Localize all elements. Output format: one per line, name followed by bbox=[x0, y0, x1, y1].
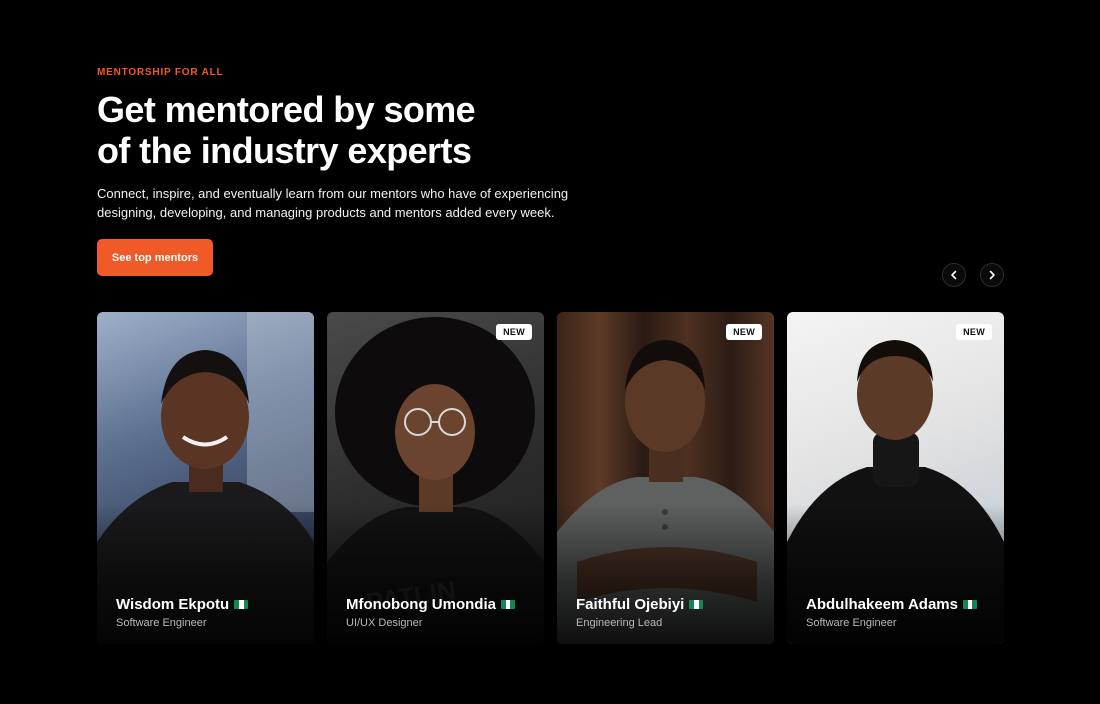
mentor-name-row: Abdulhakeem Adams bbox=[806, 596, 977, 613]
mentor-name: Wisdom Ekpotu bbox=[116, 596, 230, 613]
mentor-card[interactable]: NEW Faithful Ojebiyi Engineering Lead bbox=[557, 312, 774, 644]
mentor-name: Faithful Ojebiyi bbox=[576, 596, 685, 613]
chevron-left-icon bbox=[951, 270, 957, 280]
mentor-name-row: Faithful Ojebiyi bbox=[576, 596, 704, 613]
carousel-next-button[interactable] bbox=[980, 263, 1004, 287]
new-badge: NEW bbox=[496, 324, 532, 340]
nigeria-flag-icon bbox=[500, 600, 515, 609]
mentor-name: Abdulhakeem Adams bbox=[806, 596, 958, 613]
mentor-name-row: Mfonobong Umondia bbox=[346, 596, 515, 613]
mentor-role: Software Engineer bbox=[116, 617, 207, 629]
headline-line-1: Get mentored by some bbox=[97, 89, 476, 130]
mentors-section: MENTORSHIP FOR ALL Get mentored by some … bbox=[0, 0, 1100, 704]
section-description: Connect, inspire, and eventually learn f… bbox=[97, 186, 569, 220]
nigeria-flag-icon bbox=[234, 600, 249, 609]
mentor-card[interactable]: Wisdom Ekpotu Software Engineer bbox=[97, 312, 314, 644]
mentor-card[interactable]: PATLIN NEW Mfonobong Umondia UI/UX Desig… bbox=[327, 312, 544, 644]
carousel-prev-button[interactable] bbox=[942, 263, 966, 287]
mentor-role: Software Engineer bbox=[806, 617, 897, 629]
headline-line-2: of the industry experts bbox=[97, 130, 472, 171]
new-badge: NEW bbox=[726, 324, 762, 340]
see-top-mentors-button[interactable]: See top mentors bbox=[97, 239, 213, 276]
mentor-card[interactable]: NEW Abdulhakeem Adams Software Engineer bbox=[787, 312, 1004, 644]
section-headline: Get mentored by some of the industry exp… bbox=[97, 89, 617, 171]
new-badge: NEW bbox=[956, 324, 992, 340]
chevron-right-icon bbox=[989, 270, 995, 280]
nigeria-flag-icon bbox=[689, 600, 704, 609]
mentor-role: Engineering Lead bbox=[576, 617, 663, 629]
mentor-name: Mfonobong Umondia bbox=[346, 596, 496, 613]
mentor-role: UI/UX Designer bbox=[346, 617, 423, 629]
mentor-name-row: Wisdom Ekpotu bbox=[116, 596, 249, 613]
section-eyebrow: MENTORSHIP FOR ALL bbox=[97, 67, 224, 78]
nigeria-flag-icon bbox=[963, 600, 977, 609]
